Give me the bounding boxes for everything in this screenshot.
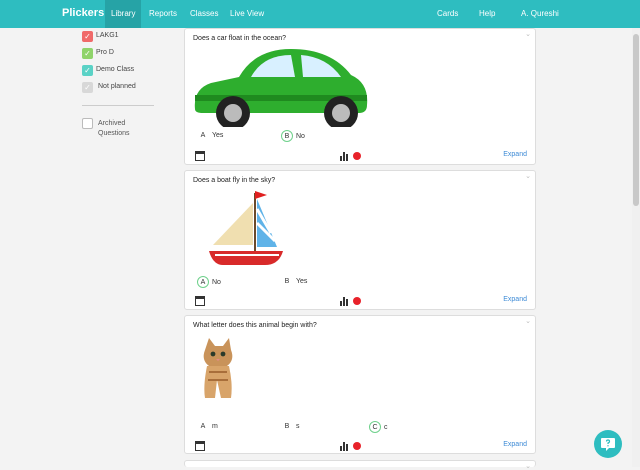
calendar-icon[interactable] (195, 151, 205, 161)
question-text: Does a boat fly in the sky? (193, 177, 276, 184)
archived-label: Archived Questions (98, 120, 130, 137)
user-menu[interactable]: A. Qureshi (515, 0, 565, 28)
help-chat-button[interactable] (594, 430, 622, 458)
archived-checkbox[interactable] (82, 118, 93, 129)
answer-c: Cc (369, 421, 388, 433)
answer-a: Am (200, 423, 218, 430)
status-dot (353, 442, 361, 450)
chat-icon (601, 438, 615, 451)
question-image-kitten (203, 338, 233, 398)
calendar-icon[interactable] (195, 441, 205, 451)
check-icon[interactable]: ✓ (82, 65, 93, 76)
question-image-sailboat (209, 191, 283, 265)
status-dot (353, 152, 361, 160)
pack-label: LAKG1 (96, 32, 119, 39)
nav-library[interactable]: Library (105, 0, 142, 28)
nav-reports[interactable]: Reports (143, 0, 183, 28)
check-icon[interactable]: ✓ (82, 31, 93, 42)
pack-label: Demo Class (96, 66, 135, 73)
pack-filter-not-planned[interactable]: ✓ Not planned (82, 79, 162, 96)
top-navigation-bar: Plickers Library Reports Classes Live Vi… (0, 0, 640, 28)
pack-label: Not planned (98, 83, 136, 90)
graph-icon[interactable] (340, 442, 350, 451)
scrollbar-thumb[interactable] (633, 34, 639, 206)
nav-help[interactable]: Help (473, 0, 501, 28)
chevron-down-icon[interactable]: ⌄ (525, 462, 531, 470)
answer-a: A No (197, 276, 221, 288)
answer-b: Bs (284, 423, 300, 430)
question-card[interactable]: What letter does this animal begin with?… (184, 315, 536, 454)
answer-b: B No (281, 130, 305, 142)
sidebar-divider (82, 105, 154, 106)
nav-classes[interactable]: Classes (184, 0, 224, 28)
answer-a: A Yes (200, 132, 224, 139)
chevron-down-icon[interactable]: ⌄ (525, 172, 531, 180)
calendar-icon[interactable] (195, 296, 205, 306)
question-card[interactable]: Does a car float in the ocean? ⌄ A Yes BN… (184, 28, 536, 165)
nav-live-view[interactable]: Live View (224, 0, 270, 28)
pack-filter-lakg1[interactable]: ✓ LAKG1 (82, 28, 162, 45)
pack-filter-pro-d[interactable]: ✓ Pro D (82, 45, 162, 62)
app-logo[interactable]: Plickers (62, 7, 104, 19)
question-card[interactable]: Does a boat fly in the sky? ⌄ A No B Yes E… (184, 170, 536, 310)
pack-label: Pro D (96, 49, 114, 56)
pack-filter-demo-class[interactable]: ✓ Demo Class (82, 62, 162, 79)
expand-link[interactable]: Expand (503, 441, 527, 448)
sidebar: ✓ LAKG1 ✓ Pro D ✓ Demo Class ✓ Not plann… (82, 28, 162, 96)
expand-link[interactable]: Expand (503, 296, 527, 303)
chevron-down-icon[interactable]: ⌄ (525, 317, 531, 325)
check-icon[interactable]: ✓ (82, 48, 93, 59)
chevron-down-icon[interactable]: ⌄ (525, 30, 531, 38)
graph-icon[interactable] (340, 297, 350, 306)
nav-cards[interactable]: Cards (431, 0, 464, 28)
question-text: Does a car float in the ocean? (193, 35, 287, 42)
question-text: What letter does this animal begin with? (193, 322, 317, 329)
expand-link[interactable]: Expand (503, 151, 527, 158)
question-image-car (194, 49, 368, 127)
graph-icon[interactable] (340, 152, 350, 161)
answer-b: B Yes (284, 278, 308, 285)
question-card[interactable]: ⌄ (184, 460, 536, 470)
check-icon[interactable]: ✓ (82, 82, 93, 93)
status-dot (353, 297, 361, 305)
